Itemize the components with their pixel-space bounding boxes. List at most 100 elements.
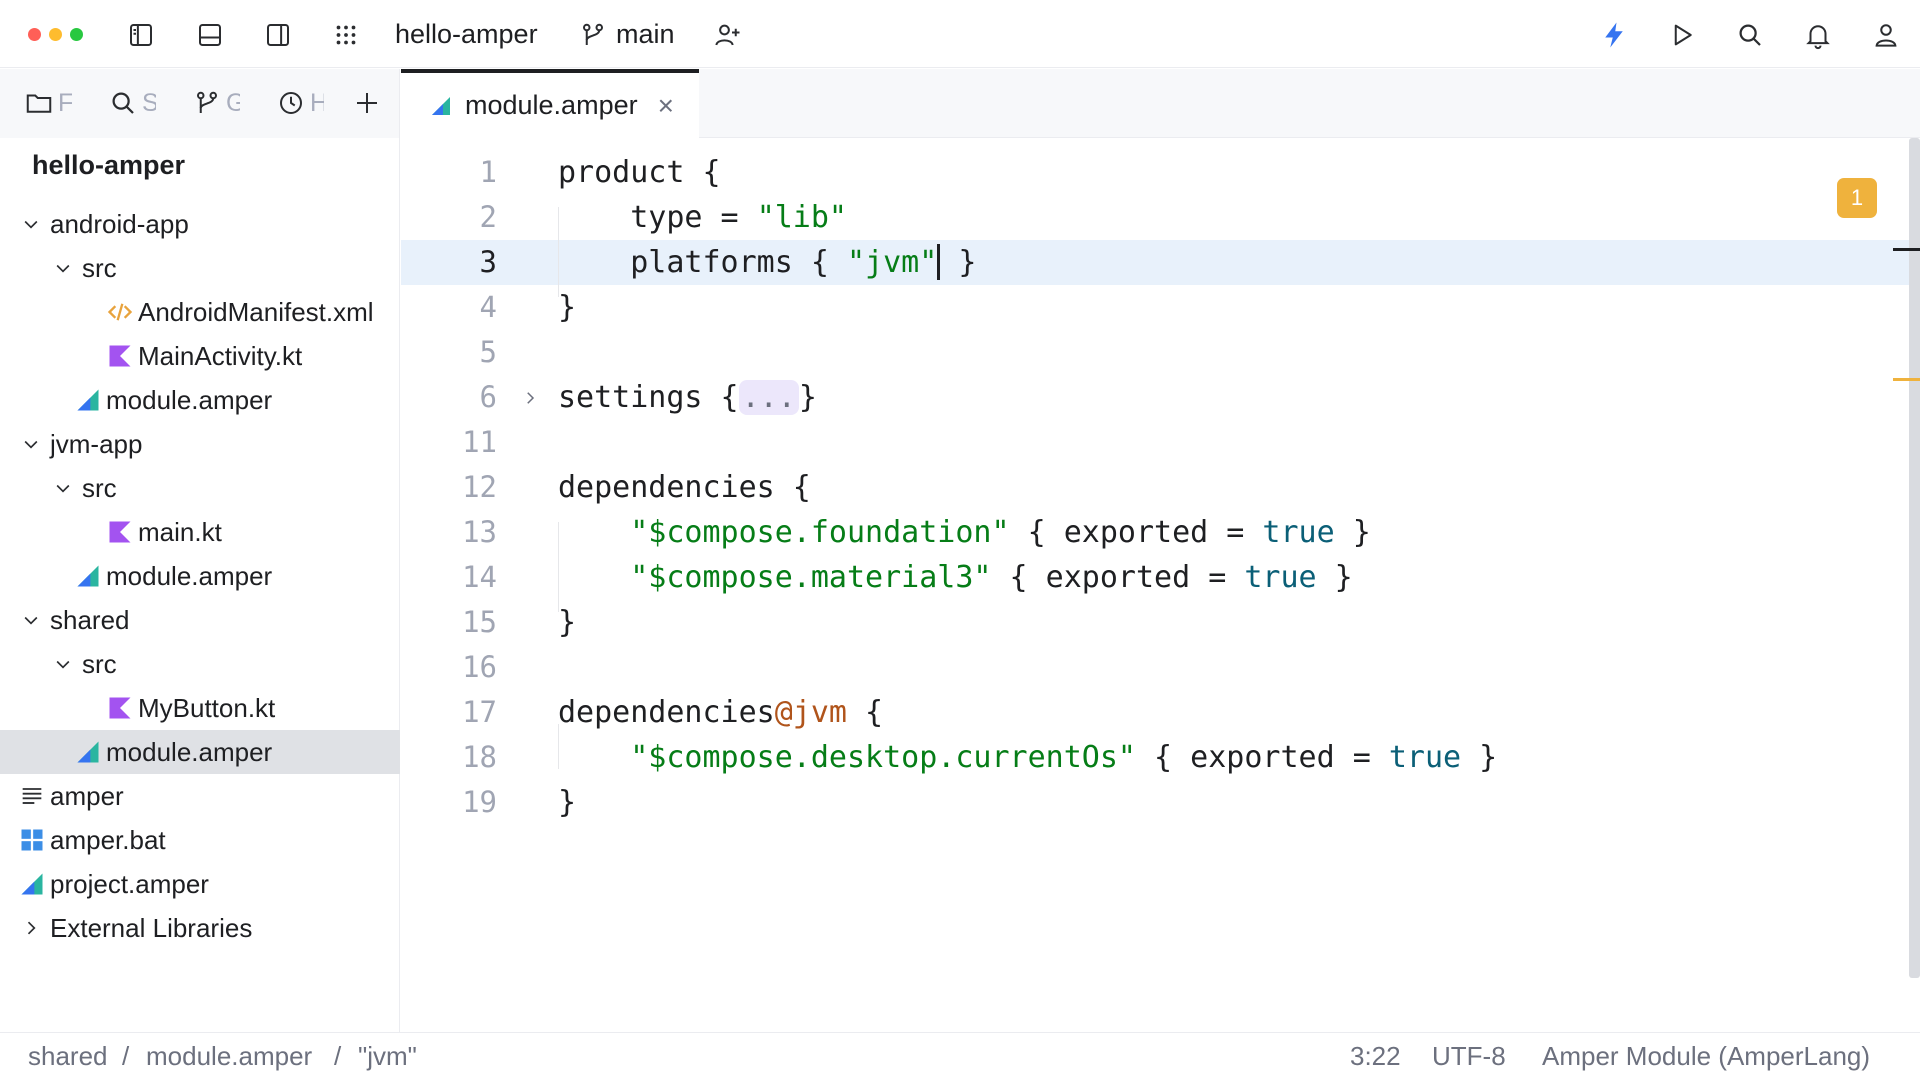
- code-line[interactable]: 14 "$compose.material3" { exported = tru…: [401, 555, 1911, 600]
- lightning-icon[interactable]: [1595, 16, 1633, 54]
- breadcrumb-jvm[interactable]: "jvm": [358, 1041, 417, 1072]
- line-number[interactable]: 4: [401, 285, 497, 330]
- code-line[interactable]: 13 "$compose.foundation" { exported = tr…: [401, 510, 1911, 555]
- tree-row[interactable]: src: [0, 246, 400, 290]
- tree-row[interactable]: MyButton.kt: [0, 686, 400, 730]
- code-text: "$compose.desktop.currentOs" { exported …: [558, 735, 1497, 780]
- sidebar-left-icon[interactable]: [122, 16, 160, 54]
- sidebar-right-icon[interactable]: [259, 16, 297, 54]
- editor-tab-module-amper[interactable]: module.amper ×: [401, 69, 699, 138]
- fold-expand-icon[interactable]: [519, 375, 541, 420]
- chevron-down-icon[interactable]: [18, 431, 44, 457]
- chevron-down-icon[interactable]: [18, 607, 44, 633]
- amper-file-icon: [74, 386, 102, 414]
- tree-row[interactable]: android-app: [0, 202, 400, 246]
- tree-row[interactable]: module.amper: [0, 554, 400, 598]
- code-line[interactable]: 2 type = "lib": [401, 195, 1911, 240]
- chevron-right-icon[interactable]: [18, 915, 44, 941]
- file-encoding[interactable]: UTF-8: [1432, 1041, 1506, 1072]
- branch-name[interactable]: main: [616, 14, 675, 54]
- tab-search[interactable]: S: [108, 83, 156, 123]
- line-number[interactable]: 14: [401, 555, 497, 600]
- tab-history[interactable]: H: [276, 83, 324, 123]
- code-token: { exported =: [1135, 740, 1389, 775]
- code-line[interactable]: 19}: [401, 780, 1911, 825]
- text-file-icon: [18, 782, 46, 810]
- code-line[interactable]: 18 "$compose.desktop.currentOs" { export…: [401, 735, 1911, 780]
- chevron-down-icon[interactable]: [50, 651, 76, 677]
- tree-row[interactable]: shared: [0, 598, 400, 642]
- project-name[interactable]: hello-amper: [395, 14, 538, 54]
- line-number[interactable]: 16: [401, 645, 497, 690]
- tree-row[interactable]: project.amper: [0, 862, 400, 906]
- window-minimize-button[interactable]: [49, 28, 62, 41]
- tree-row[interactable]: External Libraries: [0, 906, 400, 950]
- file-type[interactable]: Amper Module (AmperLang): [1542, 1041, 1870, 1072]
- code-editor[interactable]: 1 product {2 type = "lib" 3 platforms { "j…: [401, 138, 1920, 1032]
- code-line[interactable]: 4}: [401, 285, 1911, 330]
- tree-row[interactable]: module.amper: [0, 730, 400, 774]
- window-zoom-button[interactable]: [70, 28, 83, 41]
- code-token: dependencies {: [558, 470, 811, 505]
- tree-row[interactable]: amper.bat: [0, 818, 400, 862]
- folded-region[interactable]: ...: [738, 380, 799, 415]
- tree-item-label: src: [82, 252, 117, 283]
- line-number[interactable]: 17: [401, 690, 497, 735]
- code-token: true: [1388, 740, 1462, 775]
- line-number[interactable]: 11: [401, 420, 497, 465]
- run-icon[interactable]: [1663, 16, 1701, 54]
- vertical-scrollbar[interactable]: [1909, 138, 1920, 978]
- code-line[interactable]: 3 platforms { "jvm" }: [401, 240, 1911, 285]
- tree-row[interactable]: main.kt: [0, 510, 400, 554]
- caret-position[interactable]: 3:22: [1350, 1041, 1401, 1072]
- close-icon[interactable]: ×: [658, 90, 674, 122]
- tree-row[interactable]: jvm-app: [0, 422, 400, 466]
- line-number[interactable]: 18: [401, 735, 497, 780]
- tree-row[interactable]: AndroidManifest.xml: [0, 290, 400, 334]
- chevron-down-icon[interactable]: [50, 475, 76, 501]
- code-line[interactable]: 5: [401, 330, 1911, 375]
- tree-row[interactable]: src: [0, 466, 400, 510]
- line-number[interactable]: 2: [401, 195, 497, 240]
- window-close-button[interactable]: [28, 28, 41, 41]
- breadcrumb-shared[interactable]: shared: [28, 1041, 108, 1072]
- project-root[interactable]: hello-amper: [32, 150, 185, 181]
- tree-row[interactable]: amper: [0, 774, 400, 818]
- code-line[interactable]: 16: [401, 645, 1911, 690]
- bottom-panel-icon[interactable]: [191, 16, 229, 54]
- code-line[interactable]: 11: [401, 420, 1911, 465]
- tab-project[interactable]: F: [24, 83, 72, 123]
- project-tree: hello-amper android-app src AndroidManifes…: [0, 138, 400, 1032]
- code-token: "lib": [756, 200, 847, 235]
- breadcrumb-module-amper[interactable]: module.amper: [146, 1041, 312, 1072]
- line-number[interactable]: 15: [401, 600, 497, 645]
- account-icon[interactable]: [1867, 16, 1905, 54]
- apps-grid-icon[interactable]: [327, 16, 365, 54]
- chevron-down-icon[interactable]: [50, 255, 76, 281]
- code-line[interactable]: 12 dependencies {: [401, 465, 1911, 510]
- tree-row[interactable]: src: [0, 642, 400, 686]
- code-line[interactable]: 6 settings {...}: [401, 375, 1911, 420]
- breadcrumb-separator: /: [334, 1041, 342, 1071]
- line-number[interactable]: 1: [401, 150, 497, 195]
- code-line[interactable]: 1 product {: [401, 150, 1911, 195]
- line-number[interactable]: 6: [401, 375, 497, 420]
- tab-git[interactable]: G: [192, 83, 240, 123]
- tree-item-label: amper.bat: [50, 824, 166, 855]
- add-collaborator-icon[interactable]: [708, 16, 746, 54]
- search-icon[interactable]: [1731, 16, 1769, 54]
- line-number[interactable]: 19: [401, 780, 497, 825]
- line-number[interactable]: 12: [401, 465, 497, 510]
- warning-count-badge[interactable]: 1: [1837, 178, 1877, 218]
- tree-row[interactable]: module.amper: [0, 378, 400, 422]
- bell-icon[interactable]: [1799, 16, 1837, 54]
- line-number[interactable]: 5: [401, 330, 497, 375]
- code-line[interactable]: 17 dependencies@jvm {: [401, 690, 1911, 735]
- tree-row[interactable]: MainActivity.kt: [0, 334, 400, 378]
- warning-marker[interactable]: [1893, 378, 1920, 381]
- line-number[interactable]: 3: [401, 240, 497, 285]
- line-number[interactable]: 13: [401, 510, 497, 555]
- add-tab-button[interactable]: [352, 83, 382, 123]
- code-line[interactable]: 15}: [401, 600, 1911, 645]
- chevron-down-icon[interactable]: [18, 211, 44, 237]
